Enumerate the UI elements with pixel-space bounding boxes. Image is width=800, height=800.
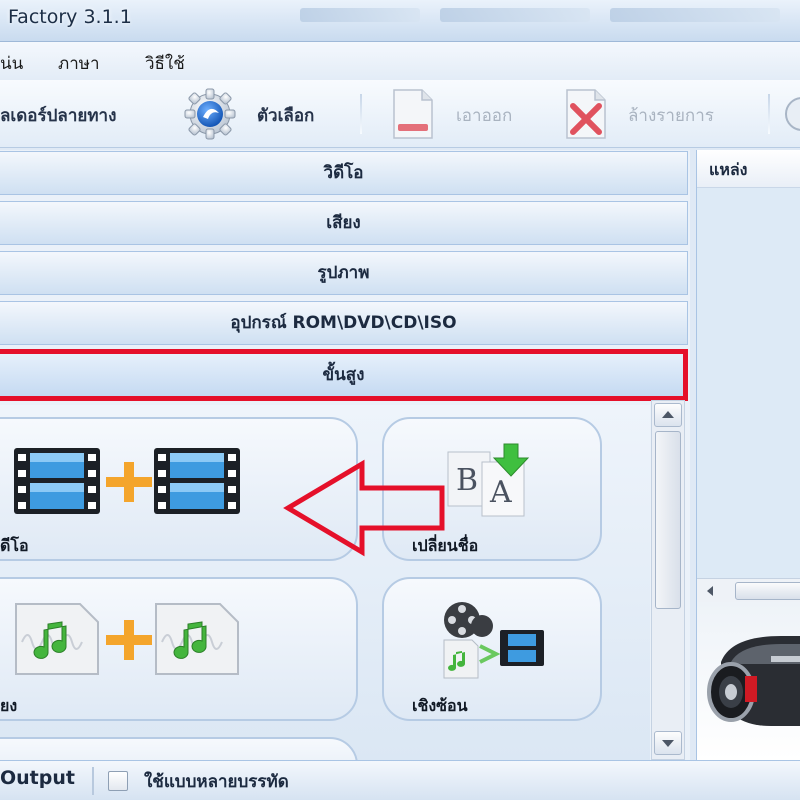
about-icon[interactable] xyxy=(782,94,800,134)
category-video[interactable]: วิดีโอ xyxy=(0,151,688,195)
svg-text:A: A xyxy=(489,475,512,510)
blurred-background-window xyxy=(440,8,590,22)
output-folder-button[interactable]: ลเดอร์ปลายทาง xyxy=(0,102,116,129)
window-title: Factory 3.1.1 xyxy=(8,6,132,28)
output-label[interactable]: Output xyxy=(0,767,75,789)
rename-icon: B A xyxy=(447,443,530,517)
camera-promo-area xyxy=(697,602,800,760)
file-list-hscroll[interactable] xyxy=(697,578,800,602)
scroll-up-button[interactable] xyxy=(654,403,682,427)
menu-item-help[interactable]: วิธีใช้ xyxy=(145,50,185,77)
film-strip-icon xyxy=(154,448,240,514)
mux-icon xyxy=(443,602,544,679)
remove-button[interactable]: เอาออก xyxy=(456,102,512,129)
clear-list-button[interactable]: ล้างรายการ xyxy=(628,102,714,129)
gear-icon[interactable] xyxy=(183,87,237,141)
video-joiner-label: ดีโอ xyxy=(0,536,29,555)
remove-file-icon[interactable] xyxy=(390,88,436,140)
menu-item-start[interactable]: น่น xyxy=(0,50,23,77)
tools-scrollbar[interactable] xyxy=(651,400,685,760)
file-list-panel: แหล่ง xyxy=(696,150,800,760)
file-list-body[interactable] xyxy=(697,188,800,578)
source-column-header[interactable]: แหล่ง xyxy=(697,150,800,188)
plus-icon xyxy=(106,620,152,660)
left-arrow-annotation xyxy=(283,459,445,557)
multithread-label[interactable]: ใช้แบบหลายบรรทัด xyxy=(144,768,289,795)
status-bar: Output ใช้แบบหลายบรรทัด xyxy=(0,760,800,800)
scroll-down-button[interactable] xyxy=(654,731,682,755)
chevron-up-icon xyxy=(662,411,674,418)
camcorder-icon xyxy=(707,636,800,726)
title-bar: Factory 3.1.1 xyxy=(0,0,800,42)
blurred-background-window xyxy=(610,8,780,22)
music-file-icon xyxy=(15,603,99,675)
plus-icon xyxy=(106,462,152,502)
category-audio[interactable]: เสียง xyxy=(0,201,688,245)
svg-text:B: B xyxy=(456,463,478,498)
status-separator xyxy=(92,767,94,795)
menu-bar: น่น ภาษา วิธีใช้ xyxy=(0,42,800,80)
multithread-checkbox[interactable] xyxy=(108,771,128,791)
chevron-left-icon[interactable] xyxy=(703,583,717,599)
category-picture[interactable]: รูปภาพ xyxy=(0,251,688,295)
menu-item-language[interactable]: ภาษา xyxy=(58,50,100,77)
hscroll-thumb[interactable] xyxy=(735,582,800,600)
clear-list-icon[interactable] xyxy=(563,88,609,140)
category-advanced[interactable]: ขั้นสูง xyxy=(0,353,688,397)
toolbar-separator xyxy=(360,94,362,134)
scroll-thumb[interactable] xyxy=(655,431,681,609)
toolbar-separator xyxy=(768,94,770,134)
audio-joiner-label: ยง xyxy=(0,696,18,715)
film-strip-icon xyxy=(14,448,100,514)
music-file-icon xyxy=(155,603,239,675)
category-rom-dvd-cd-iso[interactable]: อุปกรณ์ ROM\DVD\CD\ISO xyxy=(0,301,688,345)
next-tool-tile[interactable] xyxy=(0,737,358,760)
chevron-down-icon xyxy=(662,740,674,747)
options-button[interactable]: ตัวเลือก xyxy=(257,102,314,129)
blurred-background-window xyxy=(300,8,420,22)
mux-label: เชิงซ้อน xyxy=(412,696,468,715)
